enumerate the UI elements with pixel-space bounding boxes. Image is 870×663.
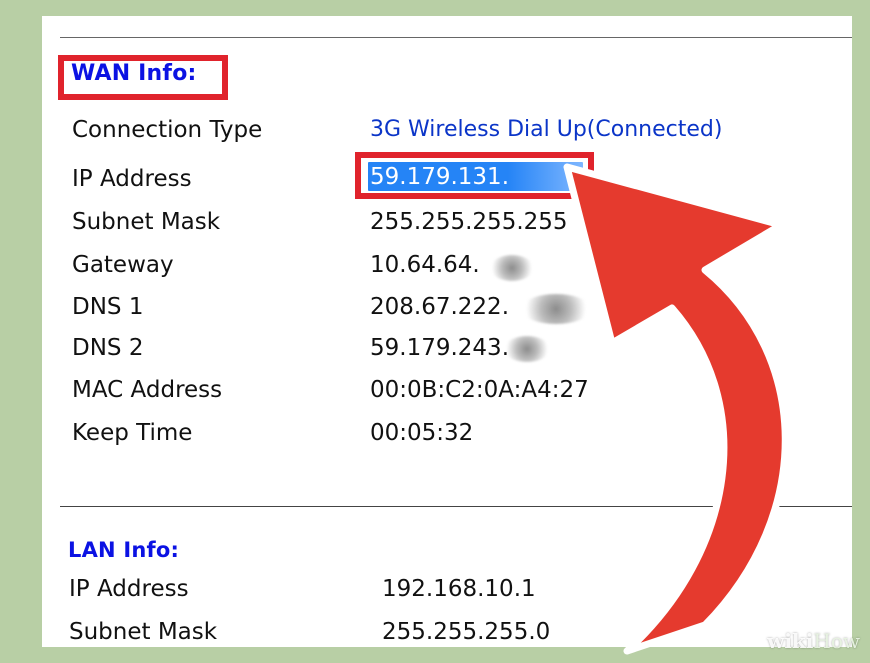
ip-address-label: IP Address [72,166,192,192]
router-status-panel: WAN Info: Connection Type 3G Wireless Di… [42,16,852,647]
dns1-label: DNS 1 [72,294,144,320]
dns2-label: DNS 2 [72,335,144,361]
gateway-value: 10.64.64. [370,252,480,278]
wan-section-title: WAN Info: [71,61,197,86]
lan-ip-address-value: 192.168.10.1 [382,576,536,602]
subnet-mask-label: Subnet Mask [72,209,221,235]
keep-time-label: Keep Time [72,420,193,446]
lan-subnet-mask-value: 255.255.255.0 [382,619,551,645]
dns1-redaction-blur [521,294,591,324]
dns2-value: 59.179.243. [370,335,509,361]
ip-address-highlight [355,152,594,199]
connection-type-value[interactable]: 3G Wireless Dial Up(Connected) [370,117,722,142]
gateway-label: Gateway [72,252,174,278]
dns1-value: 208.67.222. [370,294,509,320]
gateway-redaction-blur [490,255,534,281]
wikihow-watermark-part1: wiki [767,629,814,653]
section-divider [60,506,852,507]
keep-time-value: 00:05:32 [370,420,474,446]
mac-address-label: MAC Address [72,377,223,403]
subnet-mask-value: 255.255.255.255 [370,209,568,235]
lan-ip-address-label: IP Address [69,576,189,602]
wikihow-watermark-part2: How [813,629,860,653]
lan-subnet-mask-label: Subnet Mask [69,619,218,645]
dns2-redaction-blur [504,336,550,362]
connection-type-label: Connection Type [72,117,263,143]
lan-section-title: LAN Info: [68,538,180,562]
mac-address-value: 00:0B:C2:0A:A4:27 [370,377,589,403]
wikihow-watermark: wikiHow [767,629,860,653]
top-divider [60,37,852,38]
